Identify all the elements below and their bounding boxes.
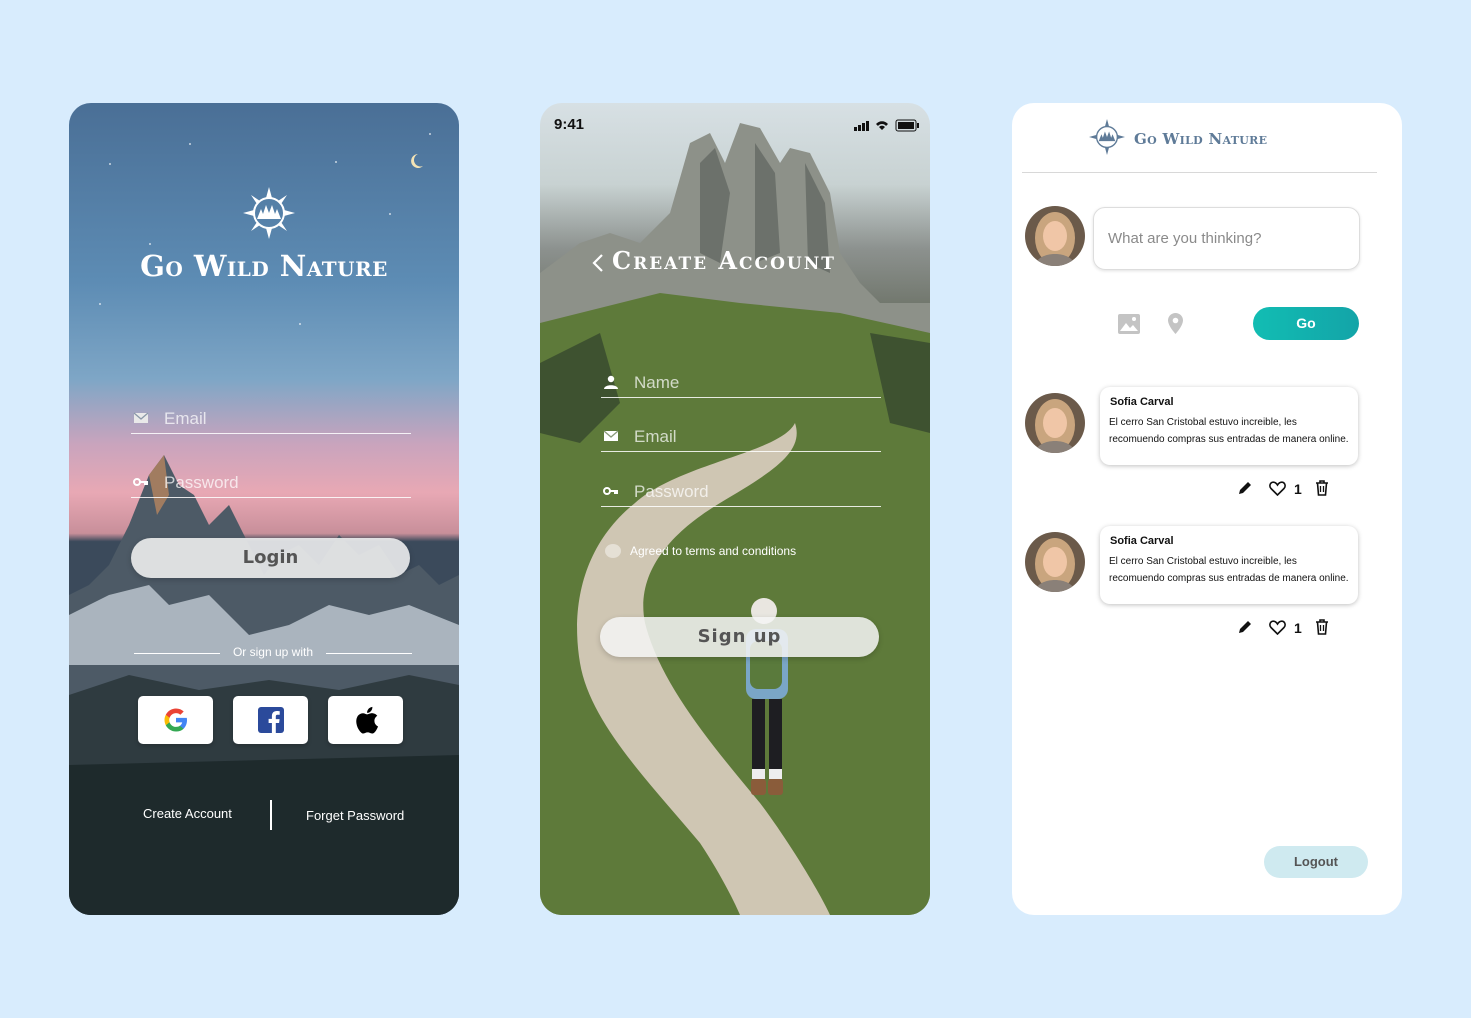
password-field[interactable]: Password [131, 465, 411, 498]
avatar [1025, 532, 1085, 592]
email-field[interactable]: Email [601, 419, 881, 452]
or-sign-up-divider: Or sign up with [134, 645, 412, 661]
post-card: Sofia Carval El cerro San Cristobal estu… [1100, 526, 1358, 604]
feed-screen: Go Wild Nature What are you thinking? Go… [1012, 103, 1402, 915]
location-pin-icon[interactable] [1168, 313, 1183, 334]
avatar [1025, 393, 1085, 453]
go-button[interactable]: Go [1253, 307, 1359, 340]
facebook-signin-button[interactable] [233, 696, 308, 744]
apple-icon [355, 706, 378, 734]
post-text: El cerro San Cristobal estuvo increible,… [1109, 556, 1349, 584]
name-field[interactable]: Name [601, 365, 881, 398]
status-time: 9:41 [554, 116, 585, 133]
moon-icon [411, 154, 423, 168]
post-input[interactable]: What are you thinking? [1093, 207, 1360, 270]
mountain-backdrop [69, 455, 459, 915]
trash-icon[interactable] [1315, 480, 1329, 496]
password-placeholder: Password [634, 482, 709, 501]
heart-icon[interactable] [1269, 620, 1286, 635]
link-separator [270, 800, 272, 830]
signup-screen: 9:41 Create Account Name Email Password … [540, 103, 930, 915]
image-icon[interactable] [1118, 314, 1140, 334]
key-icon [603, 487, 618, 495]
like-count: 1 [1294, 620, 1302, 636]
logout-button[interactable]: Logout [1264, 846, 1368, 878]
apple-signin-button[interactable] [328, 696, 403, 744]
mail-icon [603, 430, 619, 441]
back-chevron-icon[interactable] [592, 253, 604, 273]
facebook-icon [257, 707, 284, 733]
like-count: 1 [1294, 481, 1302, 497]
password-placeholder: Password [164, 473, 239, 492]
brand-title: Go Wild Nature [140, 249, 388, 283]
divider-line-right [326, 653, 412, 654]
brand-title: Go Wild Nature [1134, 130, 1268, 148]
status-bar-icons [854, 119, 919, 132]
name-placeholder: Name [634, 373, 680, 392]
create-account-link[interactable]: Create Account [143, 806, 232, 821]
post-author: Sofia Carval [1110, 535, 1174, 547]
heart-icon[interactable] [1269, 481, 1286, 496]
header-divider [1022, 172, 1377, 173]
login-button[interactable]: Login [131, 538, 410, 578]
create-account-title: Create Account [612, 246, 836, 275]
person-icon [604, 375, 618, 389]
compass-logo-icon [243, 187, 295, 239]
avatar [1025, 206, 1085, 266]
pencil-icon[interactable] [1238, 620, 1252, 634]
terms-checkbox[interactable] [605, 544, 621, 558]
email-placeholder: Email [634, 427, 677, 446]
login-screen: Go Wild Nature Email Password Login Or s… [69, 103, 459, 915]
post-placeholder: What are you thinking? [1108, 230, 1262, 247]
post-card: Sofia Carval El cerro San Cristobal estu… [1100, 387, 1358, 465]
divider-text: Or sign up with [232, 645, 314, 659]
terms-label: Agreed to terms and conditions [630, 544, 797, 558]
compass-logo-icon [1089, 119, 1125, 155]
key-icon [133, 478, 148, 486]
google-icon [164, 708, 187, 732]
mail-icon [133, 412, 149, 423]
post-author: Sofia Carval [1110, 396, 1174, 408]
trash-icon[interactable] [1315, 619, 1329, 635]
forget-password-link[interactable]: Forget Password [306, 808, 404, 823]
email-field[interactable]: Email [131, 401, 411, 434]
email-placeholder: Email [164, 409, 207, 428]
password-field[interactable]: Password [601, 474, 881, 507]
pencil-icon[interactable] [1238, 481, 1252, 495]
post-text: El cerro San Cristobal estuvo increible,… [1109, 417, 1349, 445]
sign-up-button[interactable]: Sign up [600, 617, 879, 657]
google-signin-button[interactable] [138, 696, 213, 744]
